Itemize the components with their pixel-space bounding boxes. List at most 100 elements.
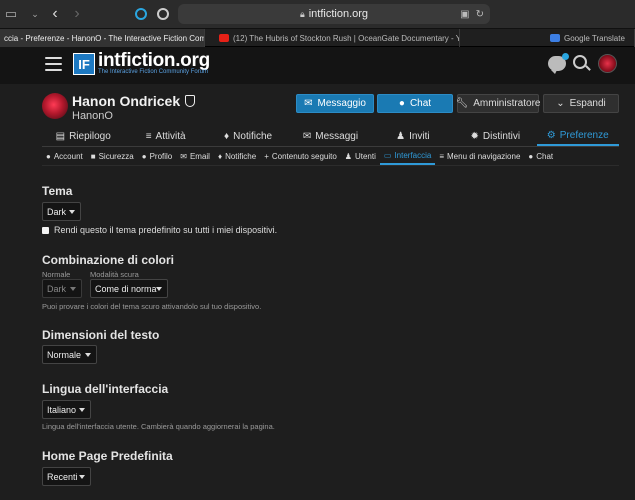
tab-label: Distintivi bbox=[482, 130, 521, 142]
subtab-utenti[interactable]: ♟ Utenti bbox=[341, 148, 380, 165]
subtab-label: Interfaccia bbox=[394, 151, 432, 160]
envelope-icon: ✉ bbox=[180, 152, 187, 161]
user-profile: Hanon Ondricek HanonO ✉ Messaggio ● Chat… bbox=[0, 84, 635, 500]
chat-button[interactable]: ● Chat bbox=[377, 94, 453, 113]
tab-inviti[interactable]: ♟ Inviti bbox=[372, 126, 454, 146]
chevron-down-icon: ⌄ bbox=[556, 98, 565, 109]
reload-icon[interactable]: ↻ bbox=[476, 9, 484, 20]
subtab-account[interactable]: ● Account bbox=[42, 148, 87, 165]
chevron-down-icon bbox=[156, 287, 162, 291]
admin-button-label: Amministratore bbox=[473, 98, 541, 109]
back-icon[interactable]: ‹ bbox=[48, 5, 62, 22]
home-page-title: Home Page Predefinita bbox=[42, 449, 173, 463]
tab-label: Preferenze bbox=[559, 129, 609, 141]
subtab-profilo[interactable]: ● Profilo bbox=[138, 148, 177, 165]
tab-preferenze[interactable]: ccia - Preferenze - HanonO - The Interac… bbox=[0, 29, 205, 47]
language-hint: Lingua dell'interfaccia utente. Cambierà… bbox=[42, 422, 275, 431]
chevron-down-icon bbox=[69, 210, 75, 214]
extension-icon[interactable] bbox=[134, 6, 148, 22]
subtab-interfaccia[interactable]: ▭ Interfaccia bbox=[379, 148, 436, 165]
chevron-down-icon bbox=[79, 408, 85, 412]
tab-label: Inviti bbox=[409, 130, 430, 142]
user-plus-icon: ♟ bbox=[396, 130, 406, 142]
menu-icon: ≡ bbox=[439, 152, 445, 161]
wrench-icon: 🔧︎ bbox=[455, 98, 469, 109]
message-button[interactable]: ✉ Messaggio bbox=[296, 94, 374, 113]
site-header: IF intfiction.org The Interactive Fictio… bbox=[0, 47, 635, 84]
tab-messaggi[interactable]: ✉ Messaggi bbox=[289, 126, 371, 146]
main-tabs: ▤ Riepilogo ≡ Attività ♦ Notifiche ✉ Messagg… bbox=[42, 126, 619, 147]
tab-label: Notifiche bbox=[233, 130, 273, 142]
chat-icon: ● bbox=[528, 152, 534, 161]
shield-icon bbox=[185, 95, 196, 107]
user-icon: ● bbox=[141, 152, 147, 161]
translate-icon[interactable]: ▣ bbox=[460, 9, 469, 20]
normal-scheme-select[interactable]: Dark bbox=[42, 279, 82, 298]
logo-mark: IF bbox=[73, 53, 95, 75]
default-theme-checkbox-row[interactable]: Rendi questo il tema predefinito su tutt… bbox=[42, 225, 277, 235]
tab-label: Messaggi bbox=[315, 130, 359, 142]
theme-title: Tema bbox=[42, 184, 73, 198]
expand-button[interactable]: ⌄ Espandi bbox=[543, 94, 619, 113]
subtab-notifiche[interactable]: ♦ Notifiche bbox=[214, 148, 260, 165]
privacy-icon[interactable] bbox=[156, 6, 170, 22]
language-select[interactable]: Italiano bbox=[42, 400, 91, 419]
subtab-sicurezza[interactable]: ■ Sicurezza bbox=[87, 148, 138, 165]
normal-label: Normale bbox=[42, 270, 71, 279]
subtab-chat[interactable]: ● Chat bbox=[524, 148, 557, 165]
tab-google-translate[interactable]: Google Translate bbox=[460, 29, 635, 47]
display-name-text: Hanon Ondricek bbox=[72, 93, 181, 109]
color-scheme-hint: Puoi provare i colori del tema scuro att… bbox=[42, 302, 262, 311]
tab-title: (12) The Hubris of Stockton Rush | Ocean… bbox=[233, 33, 460, 43]
tab-distintivi[interactable]: ✹ Distintivi bbox=[454, 126, 536, 146]
lock-icon: ■ bbox=[90, 152, 96, 161]
home-page-select[interactable]: Recenti bbox=[42, 467, 91, 486]
home-page-value: Recenti bbox=[47, 471, 78, 482]
subtab-contenuto-seguito[interactable]: + Contenuto seguito bbox=[260, 148, 341, 165]
text-size-select[interactable]: Normale bbox=[42, 345, 97, 364]
dark-mode-select[interactable]: Come di norma bbox=[90, 279, 168, 298]
subtab-label: Menu di navigazione bbox=[447, 152, 521, 161]
subtab-label: Account bbox=[53, 152, 83, 161]
chevron-down-icon[interactable]: ⌄ bbox=[30, 6, 40, 22]
plus-icon: + bbox=[264, 152, 269, 161]
dark-mode-label: Modalità scura bbox=[90, 270, 139, 279]
envelope-icon: ✉ bbox=[302, 130, 312, 142]
tab-riepilogo[interactable]: ▤ Riepilogo bbox=[42, 126, 124, 146]
tab-youtube[interactable]: (12) The Hubris of Stockton Rush | Ocean… bbox=[205, 29, 460, 47]
subtab-label: Sicurezza bbox=[98, 152, 134, 161]
sidebar-icon[interactable]: ▭ bbox=[4, 6, 18, 22]
chevron-down-icon bbox=[79, 475, 85, 479]
tab-notifiche[interactable]: ♦ Notifiche bbox=[207, 126, 289, 146]
tab-preferenze[interactable]: ⚙ Preferenze bbox=[536, 126, 619, 146]
theme-select[interactable]: Dark bbox=[42, 202, 81, 221]
tab-label: Riepilogo bbox=[69, 130, 111, 142]
forward-icon[interactable]: › bbox=[70, 5, 84, 22]
text-size-value: Normale bbox=[47, 349, 82, 360]
username: HanonO bbox=[72, 110, 113, 122]
url-text: intfiction.org bbox=[308, 8, 369, 20]
tab-label: Attività bbox=[155, 130, 186, 142]
tab-attivita[interactable]: ≡ Attività bbox=[124, 126, 206, 146]
desktop-icon: ▭ bbox=[383, 151, 392, 160]
user-avatar[interactable] bbox=[598, 54, 617, 73]
text-size-title: Dimensioni del testo bbox=[42, 328, 160, 342]
default-theme-checkbox[interactable] bbox=[42, 226, 49, 234]
search-icon[interactable] bbox=[573, 55, 587, 69]
activity-icon: ≡ bbox=[145, 130, 152, 142]
hamburger-menu-icon[interactable] bbox=[45, 57, 62, 71]
address-bar[interactable]: 🔒︎ intfiction.org ▣ ↻ bbox=[178, 4, 490, 24]
preferences-sub-tabs: ● Account ■ Sicurezza ● Profilo ✉ Email ♦ Not… bbox=[42, 148, 619, 166]
bell-icon: ♦ bbox=[217, 152, 223, 161]
language-value: Italiano bbox=[47, 404, 77, 415]
subtab-label: Notifiche bbox=[225, 152, 257, 161]
tab-title: Google Translate bbox=[564, 33, 625, 43]
subtab-menu-navigazione[interactable]: ≡ Menu di navigazione bbox=[435, 148, 524, 165]
subtab-label: Profilo bbox=[149, 152, 173, 161]
browser-toolbar: ▭ ⌄ ‹ › 🔒︎ intfiction.org ▣ ↻ bbox=[0, 0, 635, 29]
language-title: Lingua dell'interfaccia bbox=[42, 382, 169, 396]
admin-button[interactable]: 🔧︎ Amministratore bbox=[455, 94, 541, 113]
site-logo[interactable]: IF intfiction.org The Interactive Fictio… bbox=[73, 51, 210, 76]
subtab-email[interactable]: ✉ Email bbox=[176, 148, 214, 165]
bell-icon: ♦ bbox=[224, 130, 230, 142]
